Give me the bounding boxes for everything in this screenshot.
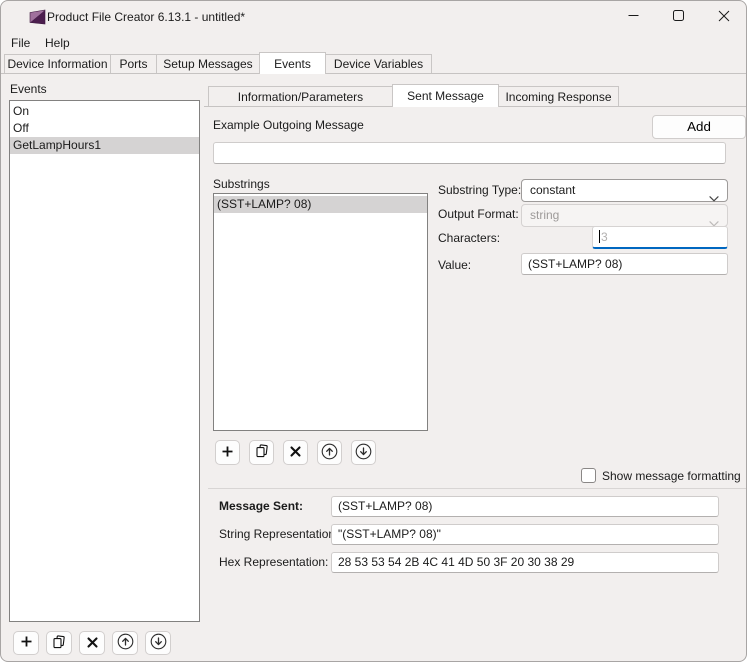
tab-events[interactable]: Events [259,52,326,74]
message-sent-label: Message Sent: [219,499,303,513]
maximize-icon [673,10,684,24]
minimize-icon [628,10,639,24]
tab-ports[interactable]: Ports [110,54,157,73]
events-listbox[interactable]: On Off GetLampHours1 [9,100,200,622]
characters-input[interactable]: 3 [592,226,728,249]
subtab-information-parameters[interactable]: Information/Parameters [208,86,393,106]
move-up-circle-icon [321,443,338,463]
list-item[interactable]: On [10,103,199,120]
tab-setup-messages[interactable]: Setup Messages [156,54,260,73]
show-message-formatting-label: Show message formatting [602,469,741,483]
app-window: Product File Creator 6.13.1 - untitled* … [0,0,747,662]
list-item-selected[interactable]: GetLampHours1 [10,137,199,154]
value-input[interactable]: (SST+LAMP? 08) [521,253,728,275]
example-outgoing-message-label: Example Outgoing Message [213,118,364,132]
close-icon [718,10,730,25]
characters-value: 3 [601,230,608,244]
window-title: Product File Creator 6.13.1 - untitled* [47,10,245,24]
add-event-button[interactable] [13,631,39,655]
duplicate-icon [255,444,269,461]
tab-device-information[interactable]: Device Information [4,54,111,73]
output-format-label: Output Format: [438,207,519,221]
app-icon [29,9,46,25]
string-representation-label: String Representation: [219,527,338,541]
show-message-formatting-checkbox[interactable] [581,468,596,483]
section-divider [208,488,746,489]
hex-representation-label: Hex Representation: [219,555,328,569]
substrings-toolbar [215,440,376,465]
list-item[interactable]: Off [10,120,199,137]
plus-icon [20,635,33,651]
events-list-label: Events [10,82,47,96]
substring-type-value: constant [530,183,575,197]
duplicate-substring-button[interactable] [249,440,274,465]
message-sent-field: (SST+LAMP? 08) [331,496,719,517]
output-format-value: string [530,208,559,222]
show-message-formatting-option[interactable]: Show message formatting [581,468,741,483]
example-outgoing-message-input[interactable] [213,142,726,164]
move-up-circle-icon [117,633,134,653]
characters-label: Characters: [438,231,500,245]
move-event-down-button[interactable] [145,631,171,655]
substrings-label: Substrings [213,177,270,191]
subtab-sent-message[interactable]: Sent Message [392,84,499,107]
substring-type-label: Substring Type: [438,183,521,197]
value-label: Value: [438,258,471,272]
list-item-selected[interactable]: (SST+LAMP? 08) [214,196,427,213]
add-selection-button[interactable]: Add Selection [652,115,746,139]
events-toolbar [13,631,171,655]
delete-icon [87,636,98,651]
output-format-dropdown: string [521,204,728,227]
string-representation-field: "(SST+LAMP? 08)" [331,524,719,545]
delete-event-button[interactable] [79,631,105,655]
duplicate-icon [52,635,66,652]
move-substring-up-button[interactable] [317,440,342,465]
duplicate-event-button[interactable] [46,631,72,655]
add-substring-button[interactable] [215,440,240,465]
move-substring-down-button[interactable] [351,440,376,465]
move-down-circle-icon [150,633,167,653]
maximize-button[interactable] [656,1,701,33]
menu-help[interactable]: Help [37,33,78,53]
title-bar: Product File Creator 6.13.1 - untitled* [1,1,746,33]
move-event-up-button[interactable] [112,631,138,655]
text-caret [599,230,600,243]
close-button[interactable] [701,1,746,33]
delete-icon [290,445,301,460]
subtab-incoming-response[interactable]: Incoming Response [498,86,619,106]
minimize-button[interactable] [611,1,656,33]
substrings-listbox[interactable]: (SST+LAMP? 08) [213,193,428,431]
substring-type-dropdown[interactable]: constant [521,179,728,202]
plus-icon [221,445,234,461]
hex-representation-field: 28 53 53 54 2B 4C 41 4D 50 3F 20 30 38 2… [331,552,719,573]
delete-substring-button[interactable] [283,440,308,465]
move-down-circle-icon [355,443,372,463]
tab-device-variables[interactable]: Device Variables [325,54,432,73]
menu-file[interactable]: File [3,33,38,53]
